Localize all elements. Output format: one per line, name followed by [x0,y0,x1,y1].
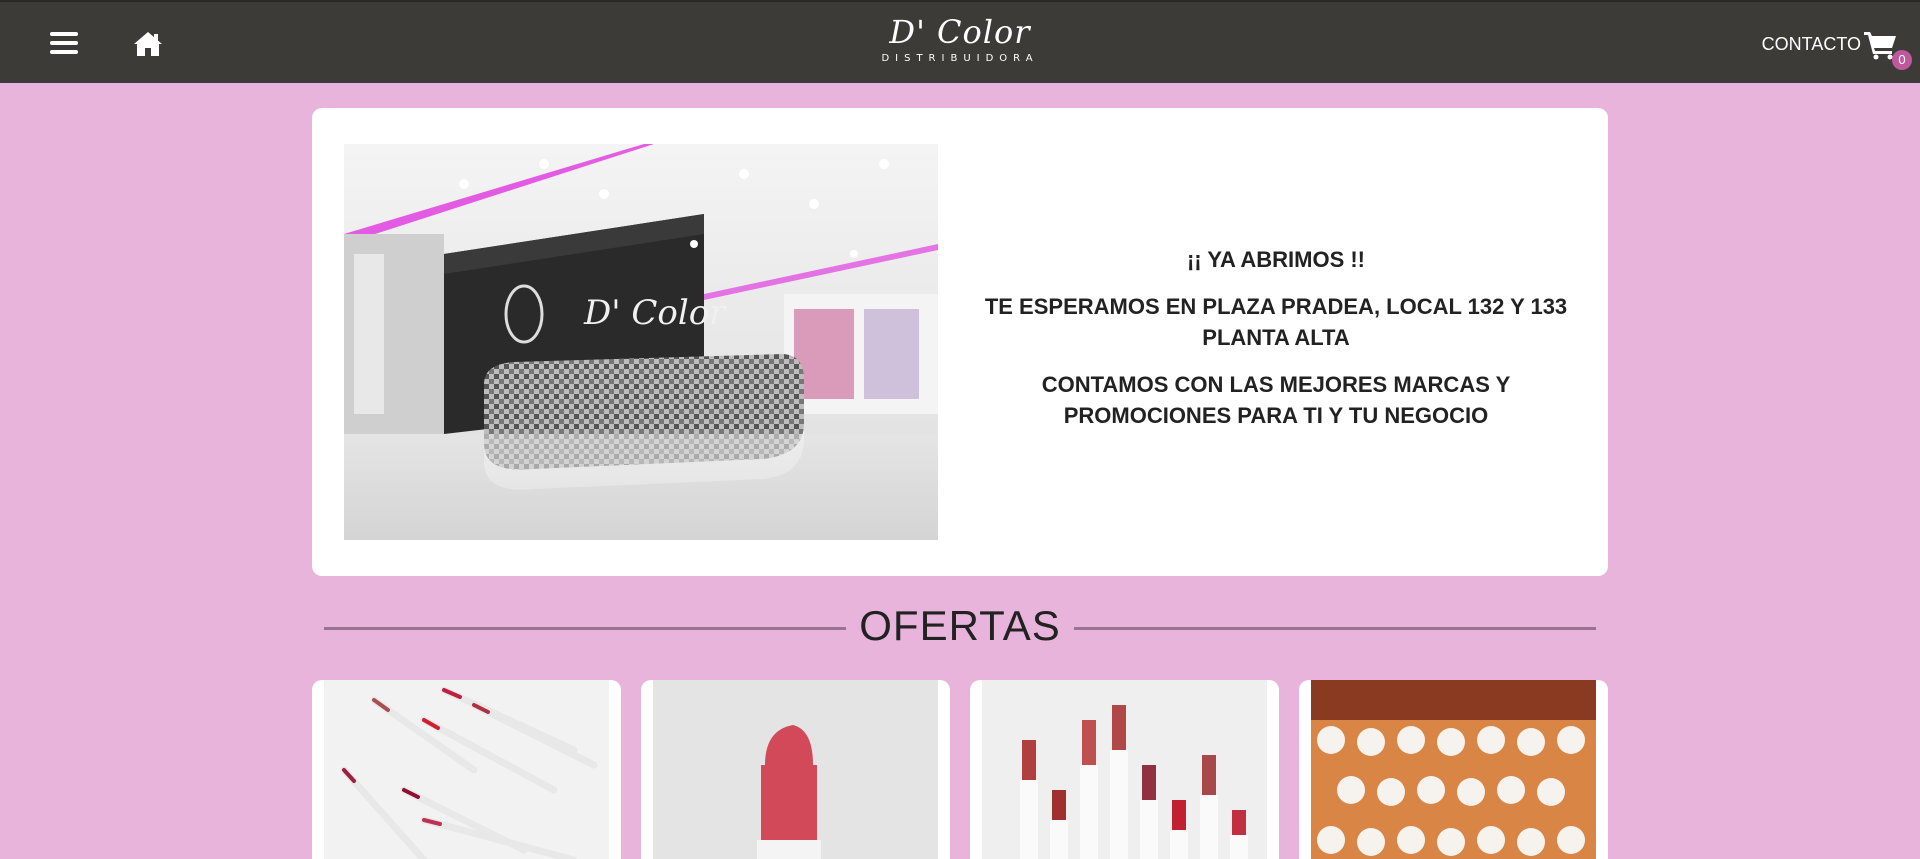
hamburger-menu-button[interactable] [48,30,82,58]
hamburger-icon [50,32,78,36]
brand-logo-subtitle: DISTRIBUIDORA [881,53,1039,64]
announcement-card: D' Color ¡¡ YA ABRIMOS !! TE ESPERAMOS E… [312,108,1608,576]
product-card-4[interactable] [1299,680,1608,859]
divider-line-right [1074,627,1596,630]
product-image-lipsticks [982,680,1267,859]
announcement-headline: ¡¡ YA ABRIMOS !! [1186,247,1366,272]
top-navbar: D' Color DISTRIBUIDORA CONTACTO 0 [0,0,1920,83]
contact-link[interactable]: CONTACTO [1762,34,1861,54]
product-image-foundation [1311,680,1596,859]
product-card-3[interactable] [970,680,1279,859]
offers-section-header: OFERTAS [312,598,1608,654]
announcement-tagline: CONTAMOS CON LAS MEJORES MARCAS Y PROMOC… [1041,372,1511,428]
home-button[interactable] [132,28,164,60]
product-image-lipstick [653,680,938,859]
offers-title: OFERTAS [859,602,1061,649]
svg-text:D' Color: D' Color [583,293,727,333]
brand-logo[interactable]: D' Color DISTRIBUIDORA [870,14,1050,72]
store-interior-image: D' Color [344,144,938,540]
product-card-2[interactable] [641,680,950,859]
product-image-lip-liners [324,680,609,859]
announcement-location: TE ESPERAMOS EN PLAZA PRADEA, LOCAL 132 … [984,294,1568,350]
announcement-text: ¡¡ YA ABRIMOS !! TE ESPERAMOS EN PLAZA P… [976,244,1576,447]
cart-count-badge: 0 [1892,50,1912,70]
home-icon [134,32,162,56]
product-card-1[interactable] [312,680,621,859]
brand-logo-script: D' Color [889,13,1031,51]
